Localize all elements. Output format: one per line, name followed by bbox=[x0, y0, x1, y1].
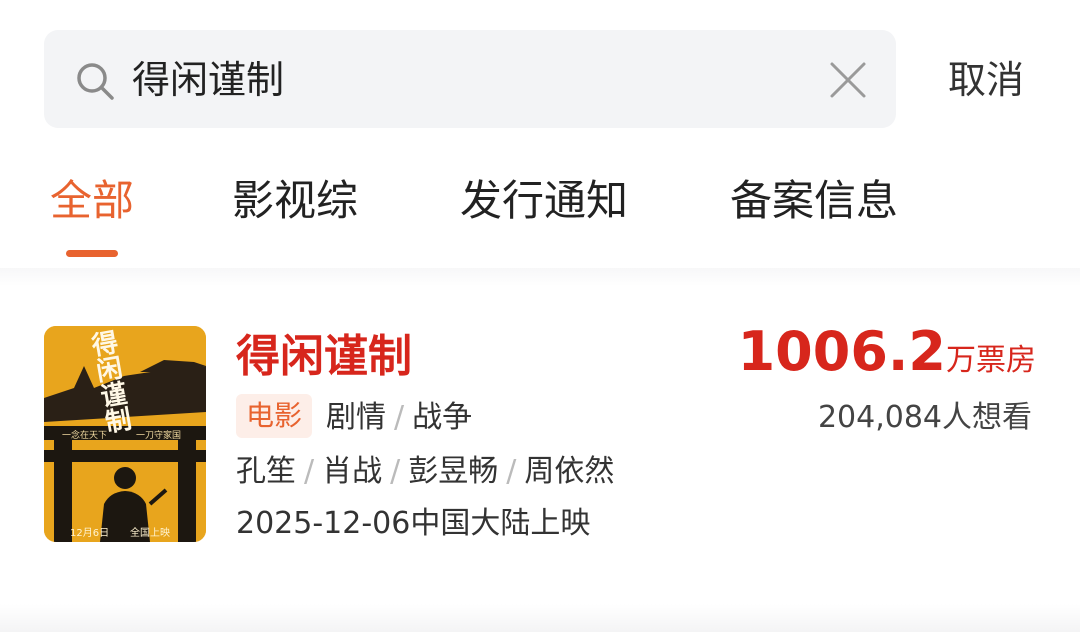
cast-member: 孔笙 bbox=[236, 454, 296, 489]
cast-member: 肖战 bbox=[322, 454, 383, 489]
poster-slogan-right: 一刀守家国 bbox=[136, 431, 182, 441]
separator: / bbox=[506, 454, 517, 489]
tab-filing-info[interactable]: 备案信息 bbox=[730, 170, 898, 232]
separator: / bbox=[304, 454, 315, 489]
movie-title[interactable]: 得闲谨制 bbox=[236, 328, 412, 386]
separator: / bbox=[394, 400, 405, 435]
poster-slogan-left: 一念在天下 bbox=[62, 431, 108, 441]
tab-all[interactable]: 全部 bbox=[50, 170, 134, 232]
section-divider bbox=[0, 268, 1080, 286]
genre-tag: 战争 bbox=[412, 400, 473, 435]
cancel-button[interactable]: 取消 bbox=[948, 50, 1024, 110]
genre-row: 剧情 / 战争 bbox=[326, 396, 472, 440]
poster-bottom-text: 全国上映 bbox=[130, 528, 170, 539]
type-badge: 电影 bbox=[236, 394, 313, 438]
cast-row: 孔笙 / 肖战 / 彭昱畅 / 周依然 bbox=[236, 450, 614, 494]
cast-member: 周依然 bbox=[524, 454, 615, 489]
box-office-unit: 万票房 bbox=[946, 343, 1036, 378]
search-icon bbox=[77, 63, 114, 100]
release-info: 2025-12-06中国大陆上映 bbox=[236, 506, 591, 541]
box-office-value: 1006.2 bbox=[737, 320, 946, 383]
clear-icon[interactable] bbox=[828, 60, 868, 100]
movie-poster[interactable]: 得闲谨制 得闲谨制 一念在天下 一刀守家国 12月6日 全国上映 bbox=[44, 326, 206, 542]
search-input[interactable]: 得闲谨制 bbox=[132, 50, 284, 110]
tab-release-notice[interactable]: 发行通知 bbox=[460, 170, 628, 232]
poster-date: 12月6日 bbox=[70, 528, 110, 539]
separator: / bbox=[390, 454, 401, 489]
active-tab-indicator bbox=[66, 250, 118, 257]
bottom-divider bbox=[0, 604, 1080, 632]
want-to-see-count: 204,084人想看 bbox=[817, 400, 1032, 435]
box-office: 1006.2万票房 bbox=[738, 320, 1036, 393]
cast-member: 彭昱畅 bbox=[408, 454, 499, 489]
tab-film-tv-variety[interactable]: 影视综 bbox=[232, 170, 358, 232]
search-results-page: 得闲谨制 取消 全部 影视综 发行通知 备案信息 得闲谨制 得闲谨制 bbox=[0, 0, 1080, 632]
genre-tag: 剧情 bbox=[326, 400, 386, 435]
